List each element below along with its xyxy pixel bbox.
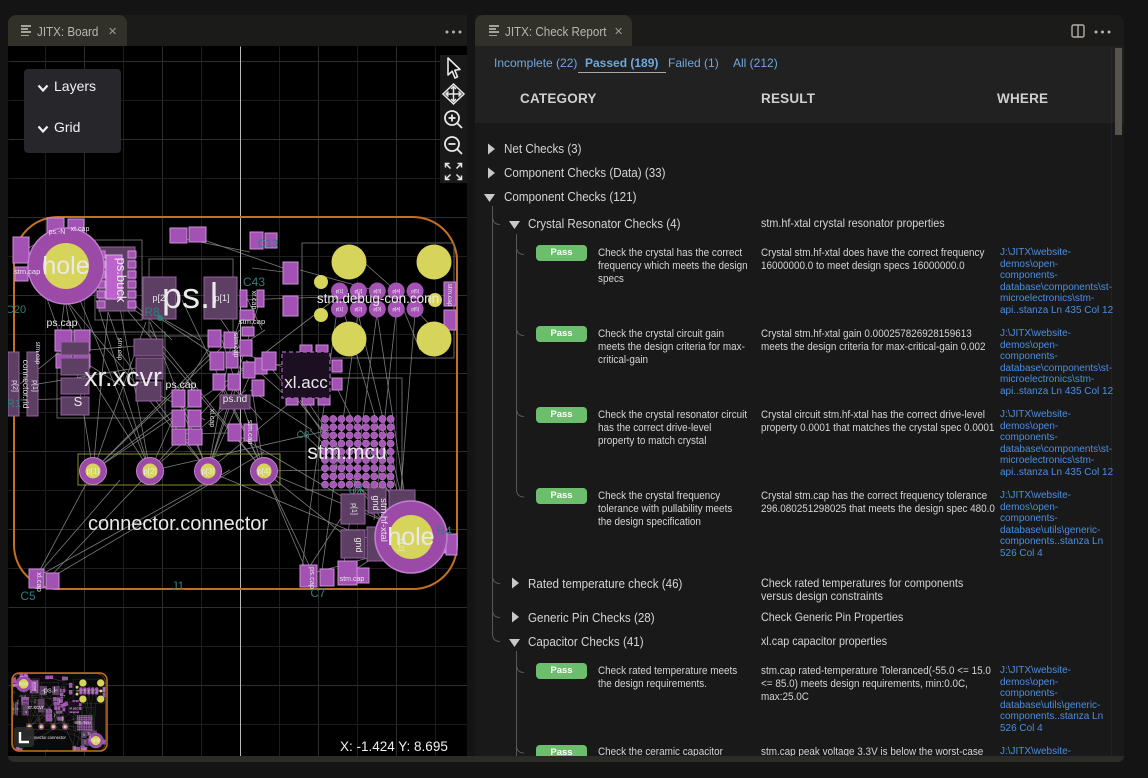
svg-text:xr.cap: xr.cap [250,291,257,310]
svg-text:p[3]: p[3] [374,307,382,312]
svg-text:C13: C13 [258,238,278,250]
svg-text:p[2]: p[2] [11,380,18,392]
svg-text:U1: U1 [348,483,364,497]
svg-text:gnd: gnd [371,495,381,510]
svg-text:gnd: gnd [354,537,364,552]
svg-text:p[1]: p[1] [350,503,357,515]
svg-text:C7: C7 [310,586,326,600]
svg-text:ps.cap: ps.cap [47,317,78,329]
svg-text:ps.cap: ps.cap [166,379,197,391]
svg-text:J1: J1 [172,579,185,593]
svg-text:p[4]: p[4] [392,307,400,312]
svg-text:stm.cap: stm.cap [446,284,453,307]
svg-text:stm.mcu: stm.mcu [307,441,386,464]
svg-text:ps.l: ps.l [162,275,218,316]
svg-text:C8: C8 [297,430,310,441]
svg-text:p[1]: p[1] [86,467,99,476]
svg-text:S: S [74,394,83,409]
svg-text:p[2]: p[2] [355,307,363,312]
svg-text:p[1]: p[1] [214,293,229,303]
svg-text:C20: C20 [8,304,26,316]
svg-text:stm.cap: stm.cap [246,420,253,445]
svg-text:C43: C43 [243,275,265,289]
svg-text:connector.connector: connector.connector [88,513,268,535]
svg-text:xl.cap: xl.cap [35,572,44,592]
svg-text:stm.cap: stm.cap [34,342,41,365]
svg-text:xr.xcvr: xr.xcvr [84,362,162,392]
svg-text:stm.cap: stm.cap [14,267,40,276]
svg-text:C5: C5 [20,589,36,603]
svg-text:stm.debug-con.conn: stm.debug-con.conn [317,291,439,306]
svg-text:p[1]: p[1] [336,307,344,312]
svg-text:stm.cap: stm.cap [116,338,123,361]
svg-text:p[3]: p[3] [201,467,214,476]
svg-text:stm.cap: stm.cap [340,576,365,583]
svg-text:R4: R4 [436,524,452,538]
svg-text:stm.cap: stm.cap [232,333,239,358]
svg-text:ps.-N: ps.-N [49,229,66,236]
svg-text:stm.cap: stm.cap [239,317,265,326]
svg-text:p[2]: p[2] [143,467,156,476]
svg-text:R1: R1 [8,398,21,410]
svg-text:ps.nd: ps.nd [223,394,247,405]
svg-text:p[4]: p[4] [257,467,270,476]
svg-text:ps.buck: ps.buck [114,258,129,303]
svg-text:p[2]: p[2] [397,539,406,552]
svg-text:hole: hole [42,252,89,280]
svg-text:xt.cap: xt.cap [71,226,90,233]
svg-text:hole: hole [387,523,434,551]
svg-text:p[2]: p[2] [152,293,167,303]
svg-text:xl.acc: xl.acc [284,373,328,392]
svg-text:p[5]: p[5] [411,307,419,312]
svg-text:connector.rid: connector.rid [21,360,31,409]
svg-text:xl.cap: xl.cap [208,409,215,427]
svg-text:p[1]: p[1] [31,380,38,392]
